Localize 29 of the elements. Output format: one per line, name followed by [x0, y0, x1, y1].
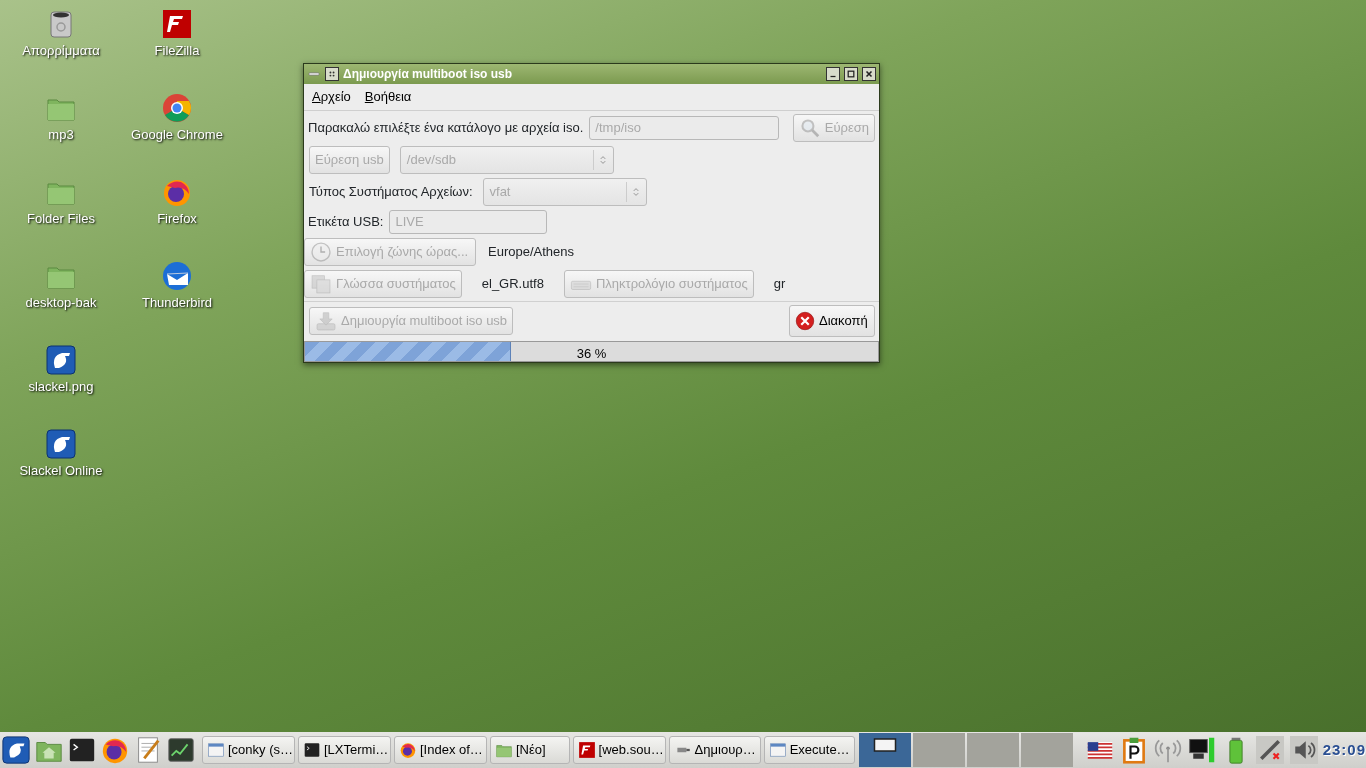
icon-label[interactable]: Απορρίμματα	[22, 42, 100, 59]
icon-label[interactable]: Thunderbird	[141, 294, 213, 311]
keyboard-value: gr	[773, 274, 786, 293]
icon-label[interactable]: Google Chrome	[131, 126, 223, 143]
icon-label[interactable]: desktop-bak	[25, 294, 97, 311]
icon-label[interactable]: Slackel Online	[19, 462, 103, 479]
taskbar-task-button[interactable]: [web.sou…	[572, 736, 666, 764]
taskbar-task-button[interactable]: [conky (s…	[202, 736, 295, 764]
taskbar-task-button[interactable]: Δημιουρ…	[668, 736, 761, 764]
icon-label[interactable]: Folder Files	[27, 210, 95, 227]
filesystem-label: Τύπος Συστήματος Αρχείων:	[309, 182, 473, 201]
cancel-button[interactable]: Διακοπή	[789, 304, 875, 337]
timezone-value: Europe/Athens	[488, 242, 574, 261]
icon-label[interactable]: slackel.png	[28, 378, 94, 395]
taskbar-task-button[interactable]: [Νέο]	[490, 736, 570, 764]
icon-label[interactable]: Firefox	[157, 210, 197, 227]
taskbar-task-button[interactable]: Execute…	[763, 736, 855, 764]
usb-label-label: Ετικέτα USB:	[308, 212, 384, 231]
icon-label[interactable]: mp3	[48, 126, 74, 143]
progress-text: 36 %	[576, 344, 607, 363]
menu-item[interactable]: Αρχείο	[312, 87, 351, 107]
iso-prompt-label: Παρακαλώ επιλέξτε ένα κατάλογο με αρχεία iso.	[308, 118, 584, 137]
taskbar-task-button[interactable]: [LXTermi…	[298, 736, 391, 764]
taskbar-task-button[interactable]: [Index of…	[394, 736, 487, 764]
clock[interactable]: 23:09	[1322, 738, 1366, 762]
language-value: el_GR.utf8	[481, 274, 544, 293]
menu-item[interactable]: Βοήθεια	[364, 87, 412, 107]
icon-label[interactable]: FileZilla	[154, 42, 200, 59]
window-title: Δημιουργία multiboot iso usb	[343, 66, 514, 83]
